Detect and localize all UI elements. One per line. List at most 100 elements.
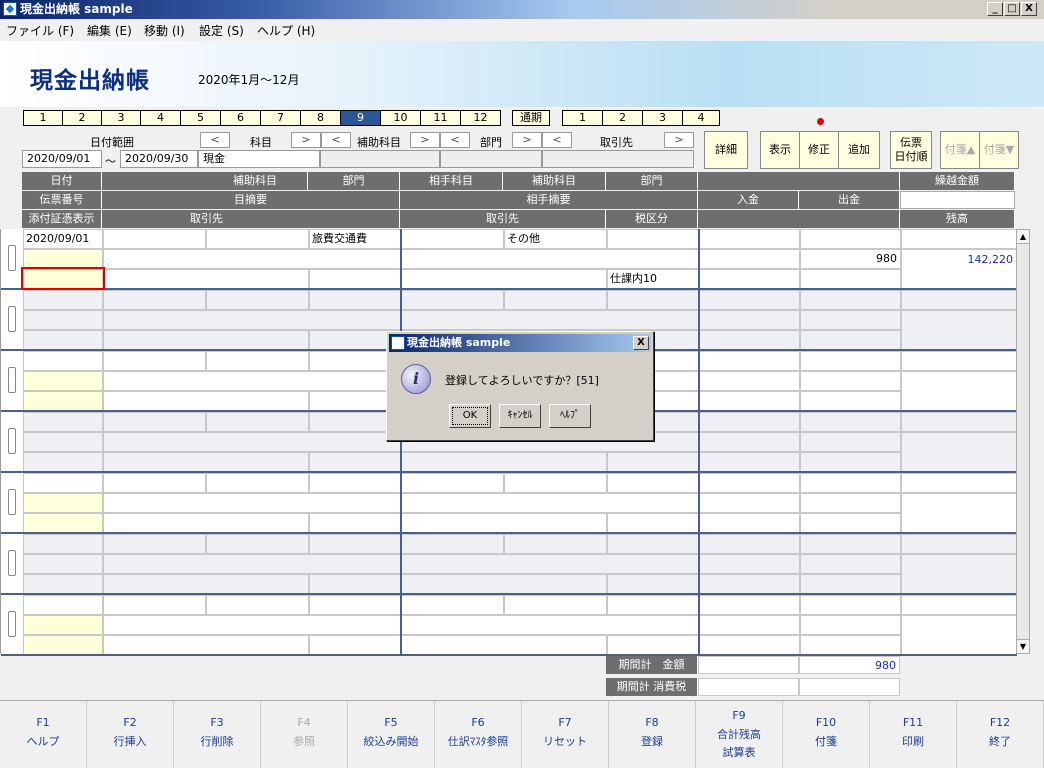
summary-cell[interactable] <box>103 615 401 635</box>
row-handle[interactable] <box>8 489 16 515</box>
grid-cell-r1[interactable] <box>309 534 401 554</box>
tag-up-button[interactable]: 付箋▲ <box>940 131 980 169</box>
empty-cell[interactable] <box>699 391 800 411</box>
next-partner-button[interactable]: > <box>664 132 694 148</box>
tab-month-4[interactable]: 4 <box>140 110 181 126</box>
tax-category-cell[interactable]: 仕課内10 <box>607 269 699 289</box>
empty-cell[interactable] <box>800 635 901 655</box>
fkey-f11[interactable]: F11 印刷 <box>870 701 957 768</box>
empty-cell[interactable] <box>800 391 901 411</box>
date-to-field[interactable]: 2020/09/30 <box>120 150 198 168</box>
partner-cell[interactable] <box>103 330 309 350</box>
menu-help[interactable]: ヘルプ (H) <box>257 22 315 39</box>
balance-cell[interactable] <box>901 432 1017 472</box>
grid-cell-r1[interactable] <box>699 534 800 554</box>
empty-cell[interactable] <box>699 452 800 472</box>
grid-cell-r1[interactable] <box>607 534 699 554</box>
fkey-f5[interactable]: F5 絞込み開始 <box>348 701 435 768</box>
grid-cell-r1[interactable] <box>699 229 800 249</box>
prev-sub-subject-button[interactable]: < <box>321 132 351 148</box>
balance-top-cell[interactable] <box>901 351 1017 371</box>
partner-cell-2[interactable] <box>309 574 401 594</box>
balance-top-cell[interactable] <box>901 473 1017 493</box>
voucher-no-cell[interactable] <box>23 371 103 391</box>
grid-cell-r1[interactable] <box>800 290 901 310</box>
credit-cell[interactable] <box>800 432 901 452</box>
fkey-f7[interactable]: F7 リセット <box>522 701 609 768</box>
minimize-button[interactable]: _ <box>987 2 1003 16</box>
balance-top-cell[interactable] <box>901 290 1017 310</box>
grid-cell-r1[interactable] <box>103 595 206 615</box>
grid-cell-r1[interactable] <box>23 412 103 432</box>
grid-cell-r1[interactable] <box>800 412 901 432</box>
voucher-no-cell[interactable] <box>23 615 103 635</box>
contra-summary-cell[interactable] <box>401 554 699 574</box>
grid-cell-r1[interactable] <box>206 290 309 310</box>
grid-cell-r1[interactable] <box>401 229 504 249</box>
summary-cell[interactable] <box>103 432 401 452</box>
subject-field[interactable]: 現金 <box>198 150 320 168</box>
row-handle[interactable] <box>8 306 16 332</box>
summary-cell[interactable] <box>103 249 401 269</box>
grid-cell-r1[interactable] <box>607 473 699 493</box>
contra-summary-cell[interactable] <box>401 615 699 635</box>
vertical-scrollbar[interactable]: ▲ ▼ <box>1016 229 1030 654</box>
grid-cell-r1[interactable] <box>504 595 607 615</box>
empty-cell[interactable] <box>800 452 901 472</box>
debit-cell[interactable] <box>699 249 800 269</box>
tab-month-3[interactable]: 3 <box>101 110 141 126</box>
grid-cell-r1[interactable] <box>103 290 206 310</box>
partner-cell[interactable] <box>103 513 309 533</box>
partner-cell[interactable] <box>103 391 309 411</box>
grid-cell-r1[interactable] <box>699 351 800 371</box>
tax-category-cell[interactable] <box>607 452 699 472</box>
debit-cell[interactable] <box>699 310 800 330</box>
row-handle[interactable] <box>8 367 16 393</box>
detail-button[interactable]: 詳細 <box>704 131 748 169</box>
empty-cell[interactable] <box>800 330 901 350</box>
journal-grid[interactable]: 2020/09/01 旅費交通費 その他 980 仕課内10 142,220 <box>0 229 1017 656</box>
partner-cell-2[interactable] <box>309 513 401 533</box>
dialog-help-button[interactable]: ﾍﾙﾌﾟ <box>549 404 591 428</box>
partner-cell[interactable] <box>103 269 309 289</box>
grid-cell-r1[interactable] <box>103 229 206 249</box>
voucher-date-order-button[interactable]: 伝票 日付順 <box>890 131 932 169</box>
credit-cell[interactable] <box>800 615 901 635</box>
tag-down-button[interactable]: 付箋▼ <box>979 131 1019 169</box>
maximize-button[interactable]: □ <box>1004 2 1020 16</box>
dialog-close-button[interactable]: X <box>633 336 649 350</box>
grid-cell-r1[interactable] <box>103 351 206 371</box>
fkey-f4[interactable]: F4 参照 <box>261 701 348 768</box>
next-dept-button[interactable]: > <box>512 132 542 148</box>
close-button[interactable]: X <box>1021 2 1037 16</box>
window-titlebar[interactable]: 現金出納帳 sample _ □ X <box>0 0 1044 19</box>
grid-cell-r1[interactable] <box>699 412 800 432</box>
partner-cell-2[interactable] <box>309 269 401 289</box>
empty-cell[interactable] <box>699 635 800 655</box>
grid-cell-r1[interactable] <box>103 412 206 432</box>
grid-cell-r1[interactable] <box>309 595 401 615</box>
summary-cell[interactable] <box>103 371 401 391</box>
voucher-no-cell[interactable] <box>23 432 103 452</box>
prev-dept-button[interactable]: < <box>440 132 470 148</box>
balance-cell[interactable]: 142,220 <box>901 249 1017 289</box>
voucher-no-cell[interactable] <box>23 554 103 574</box>
empty-cell[interactable] <box>699 269 800 289</box>
tab-month-6[interactable]: 6 <box>220 110 261 126</box>
grid-cell-r1[interactable] <box>504 534 607 554</box>
empty-cell[interactable] <box>699 574 800 594</box>
debit-cell[interactable] <box>699 432 800 452</box>
empty-cell[interactable] <box>800 513 901 533</box>
contra-partner-cell[interactable] <box>401 635 607 655</box>
grid-cell-r1[interactable] <box>401 595 504 615</box>
prev-partner-button[interactable]: < <box>542 132 572 148</box>
grid-cell-r1[interactable] <box>23 534 103 554</box>
add-button[interactable]: 追加 <box>838 131 880 169</box>
grid-cell-r1[interactable] <box>800 473 901 493</box>
credit-cell[interactable] <box>800 554 901 574</box>
tab-month-1[interactable]: 1 <box>23 110 63 126</box>
credit-cell[interactable]: 980 <box>800 249 901 269</box>
balance-top-cell[interactable] <box>901 595 1017 615</box>
menu-edit[interactable]: 編集 (E) <box>87 22 132 39</box>
next-subject-button[interactable]: > <box>291 132 321 148</box>
